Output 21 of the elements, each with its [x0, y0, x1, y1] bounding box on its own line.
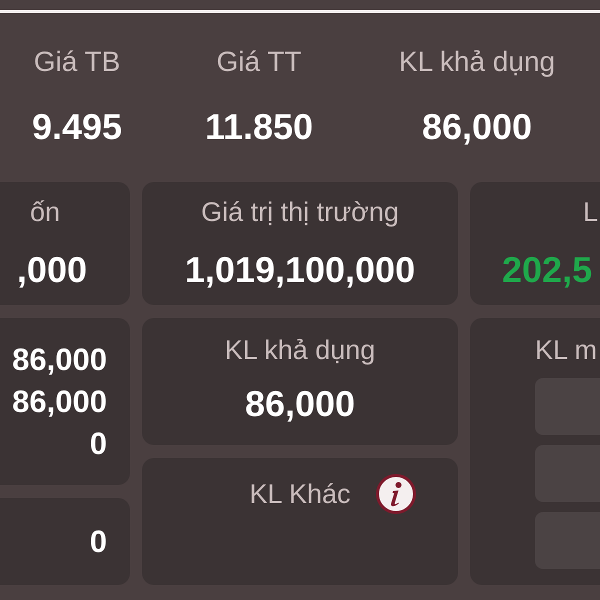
summary-label: KL khả dụng — [398, 45, 556, 79]
stat-label: L — [583, 196, 598, 228]
info-icon[interactable] — [376, 474, 416, 514]
stat-value: ,000 — [16, 248, 87, 292]
stat-label: KL Khác — [249, 478, 351, 510]
stat-label: KL khả dụng — [224, 334, 376, 366]
stat-label: KL m — [535, 334, 598, 366]
stat-value: 0 — [90, 425, 107, 463]
summary-label: Giá TT — [216, 45, 302, 79]
stat-value: 202,5 — [502, 248, 592, 292]
summary-value: 86,000 — [422, 105, 532, 149]
stat-value: 1,019,100,000 — [184, 248, 416, 292]
stat-value: 86,000 — [244, 382, 356, 426]
stat-value: 86,000 — [12, 341, 107, 379]
stat-value: 86,000 — [12, 383, 107, 421]
stat-label: Giá trị thị trường — [201, 196, 399, 228]
summary-value: 11.850 — [204, 105, 314, 149]
stat-label: ốn — [30, 196, 60, 228]
summary-label: Giá TB — [34, 45, 120, 79]
summary-value: 9.495 — [32, 105, 122, 149]
stat-value: 0 — [90, 523, 107, 561]
